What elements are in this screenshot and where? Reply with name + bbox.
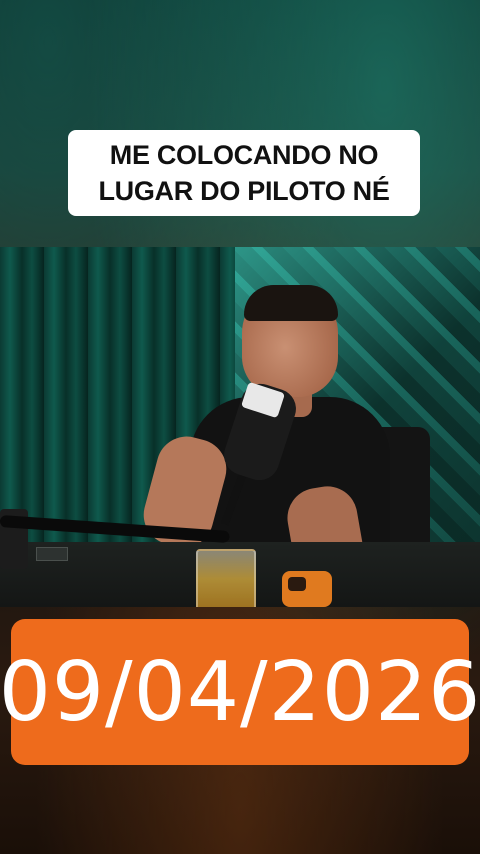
video-frame[interactable] [0, 247, 480, 607]
caption-line-1: ME COLOCANDO NO [109, 140, 379, 170]
caption-box: ME COLOCANDO NO LUGAR DO PILOTO NÉ [68, 130, 420, 216]
caption-line-2: LUGAR DO PILOTO NÉ [98, 176, 390, 206]
drink-glass [196, 549, 256, 607]
phone-camera [288, 577, 306, 591]
orange-phone [282, 571, 332, 607]
date-banner: 09/04/2026 [0, 619, 480, 765]
date-text: 09/04/2026 [0, 644, 480, 740]
desk-mount-plate [36, 547, 68, 561]
person-hair [244, 285, 338, 321]
